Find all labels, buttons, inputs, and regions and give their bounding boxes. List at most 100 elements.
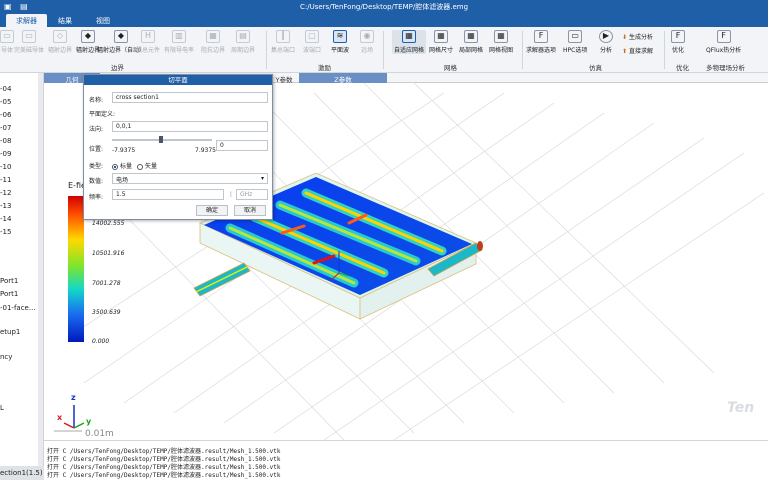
tree-item[interactable]: etup1 [0, 328, 20, 336]
normal-input[interactable]: 0,0,1 [112, 121, 268, 132]
cancel-button[interactable]: 取消 [234, 205, 266, 216]
tree-item[interactable]: -12 [0, 189, 11, 197]
menu-bar: 求解器 结果 视图 [0, 13, 768, 27]
mesh-size-button[interactable]: ▦ 网格尺寸 [429, 30, 453, 54]
periodic-icon: ▤ [236, 30, 250, 43]
lumped-port-button[interactable]: ┃ 集总端口 [271, 30, 295, 54]
radiation-icon: ◇ [53, 30, 67, 43]
tree-item[interactable]: ncy [0, 353, 12, 361]
quantity-select[interactable]: 电场 ▾ [112, 173, 268, 184]
lumped-port-icon: ┃ [276, 30, 290, 43]
pmc-button[interactable]: ▭ 完美磁导体 [14, 30, 44, 54]
slider-min-label: -7.9375 [112, 147, 136, 154]
tree-scrollbar[interactable] [38, 73, 43, 480]
frequency-menu-icon[interactable]: ⋮ [228, 191, 234, 198]
qflux-icon: F [716, 30, 731, 43]
qflux-thermal-button[interactable]: F QFlux热分析 [706, 30, 741, 54]
position-label: 位置: [89, 146, 104, 153]
group-mesh: 网格 [444, 64, 457, 72]
conductor-button[interactable]: ▭ 导体 [0, 30, 14, 54]
name-input[interactable]: cross section1 [112, 92, 268, 103]
generate-analysis-button[interactable]: ⬇ 生成分析 [622, 32, 653, 41]
tab-z-params[interactable]: Z参数 [299, 73, 387, 84]
tree-item[interactable]: -09 [0, 150, 11, 158]
tree-item[interactable]: -08 [0, 137, 11, 145]
radiation-boundary-button[interactable]: ◇ 辐射边界 [48, 30, 72, 54]
periodic-boundary-button[interactable]: ▤ 周期边界 [231, 30, 255, 54]
lumped-element-button[interactable]: H 集总元件 [136, 30, 160, 54]
project-tree: -04 -05 -06 -07 -08 -09 -10 -11 -12 -13 … [0, 73, 44, 480]
mesh-view-button[interactable]: ▦ 网格视图 [489, 30, 513, 54]
wave-port-button[interactable]: ▢ 波端口 [303, 30, 321, 54]
window-title: C:/Users/TenFong/Desktop/TEMP/腔体滤波器.emg [299, 3, 469, 11]
adaptive-mesh-icon: ▦ [402, 30, 416, 43]
tree-item[interactable]: -07 [0, 124, 11, 132]
quantity-label: 数值: [89, 178, 104, 185]
ok-button[interactable]: 确定 [196, 205, 228, 216]
tree-item[interactable]: L [0, 404, 4, 412]
tree-item[interactable]: -13 [0, 202, 11, 210]
frequency-input[interactable]: 1.5 [112, 189, 224, 200]
scale-label: 0.01m [85, 429, 114, 439]
adaptive-mesh-button[interactable]: ▦ 自适应网格 [392, 30, 427, 54]
tree-item[interactable]: -15 [0, 228, 11, 236]
plane-definition-label: 平面定义: [89, 111, 116, 118]
tab-view[interactable]: 视图 [86, 14, 120, 27]
analyze-button[interactable]: ▶ 分析 [599, 30, 613, 54]
legend-value: 10501.916 [92, 250, 125, 257]
group-multiphysics: 多物理场分析 [706, 64, 745, 72]
type-vector-radio[interactable]: 矢量 [137, 161, 157, 170]
pmc-icon: ▭ [22, 30, 36, 43]
play-icon: ▶ [599, 30, 613, 43]
tree-item[interactable]: -10 [0, 163, 11, 171]
hpc-icon: ▭ [568, 30, 583, 43]
tree-item[interactable]: -01-face... [0, 304, 36, 312]
plane-wave-button[interactable]: ≋ 平面波 [331, 30, 349, 54]
group-boundary: 边界 [111, 64, 124, 72]
legend-value: 0.000 [92, 338, 110, 345]
watermark-logo: Ten [727, 400, 755, 416]
group-optimize: 优化 [676, 64, 689, 72]
radio-unselected-icon [137, 163, 143, 170]
direct-solve-button[interactable]: ⬆ 直接求解 [622, 46, 653, 55]
tab-solver[interactable]: 求解器 [6, 14, 47, 27]
tree-item[interactable]: Port1 [0, 277, 18, 285]
solver-options-icon: F [534, 30, 548, 43]
separator [266, 31, 267, 69]
tree-item[interactable]: -14 [0, 215, 11, 223]
position-input[interactable]: 0 [216, 140, 268, 151]
radio-selected-icon [112, 163, 118, 170]
impedance-icon: ▦ [206, 30, 220, 43]
finite-conductivity-button[interactable]: ▥ 有限导电率 [164, 30, 194, 54]
hpc-options-button[interactable]: ▭ HPC选项 [563, 30, 587, 54]
type-scalar-radio[interactable]: 标量 [112, 161, 132, 170]
dialog-title: 切平面 [84, 75, 272, 85]
tree-item[interactable]: -06 [0, 111, 11, 119]
log-line: 打开 C /Users/TenFong/Desktop/TEMP/腔体滤波器.r… [47, 472, 281, 479]
tab-y-params[interactable]: Y参数 [269, 73, 299, 84]
legend-value: 3500.639 [92, 309, 121, 316]
solver-options-button[interactable]: F 求解器选项 [526, 30, 556, 54]
tree-item[interactable]: Port1 [0, 290, 18, 298]
chevron-down-icon: ▾ [260, 175, 264, 182]
tree-selected-item[interactable]: ection1(1.5) [0, 466, 44, 480]
type-label: 类型: [89, 163, 104, 170]
optimize-icon: F [671, 30, 685, 43]
tab-results[interactable]: 结果 [48, 14, 82, 27]
separator [383, 31, 384, 69]
optimize-button[interactable]: F 优化 [671, 30, 685, 54]
lumped-element-icon: H [141, 30, 155, 43]
mesh-view-icon: ▦ [494, 30, 508, 43]
conductor-icon: ▭ [0, 30, 14, 43]
tree-item[interactable]: -11 [0, 176, 11, 184]
far-field-button[interactable]: ◉ 远场 [360, 30, 374, 54]
group-excitation: 激励 [318, 64, 331, 72]
tree-item[interactable]: -05 [0, 98, 11, 106]
tree-item[interactable]: -04 [0, 85, 11, 93]
impedance-boundary-button[interactable]: ▦ 阻抗边界 [201, 30, 225, 54]
frequency-unit[interactable]: GHz [236, 189, 268, 200]
far-field-eye-icon: ◉ [360, 30, 374, 43]
axis-y-label: y [86, 417, 92, 426]
local-mesh-button[interactable]: ▦ 局部网格 [459, 30, 483, 54]
position-slider-handle[interactable] [159, 136, 163, 143]
